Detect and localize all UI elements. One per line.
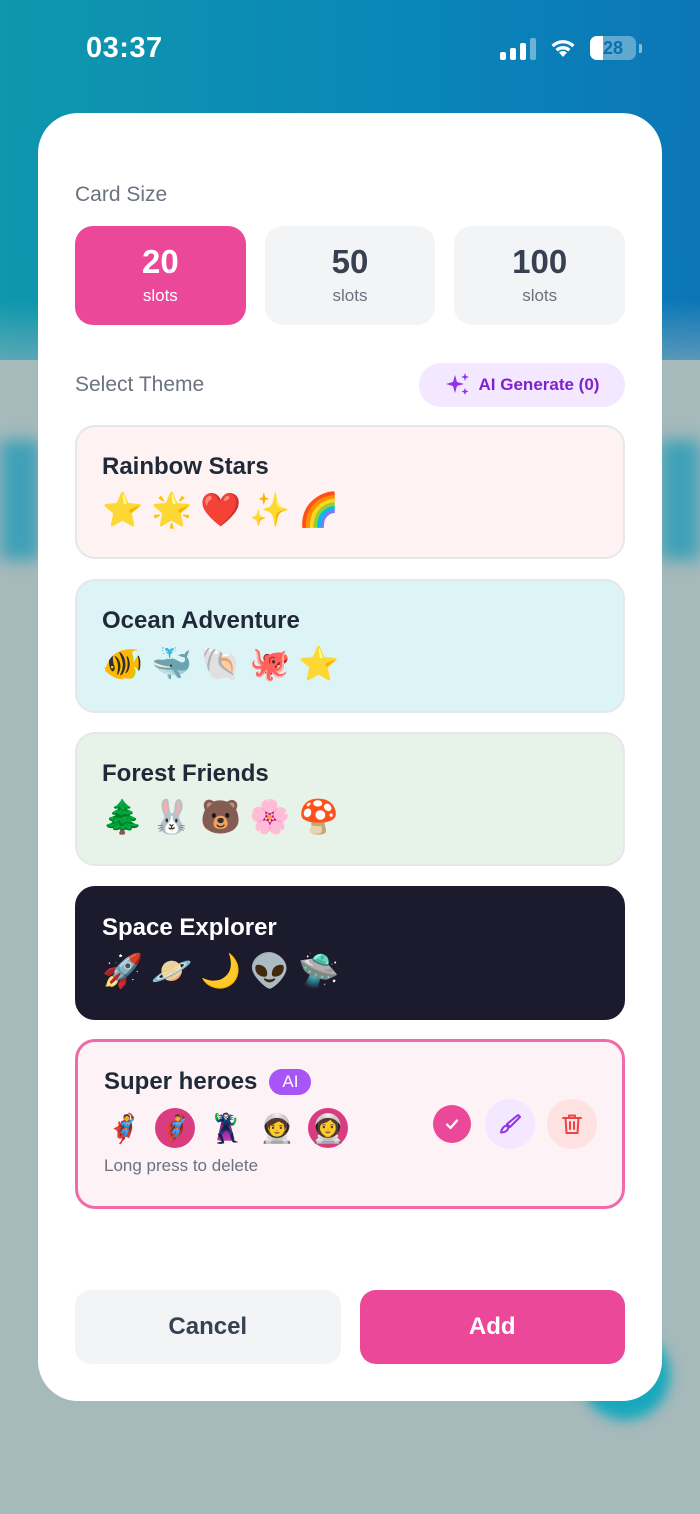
sparkles-icon bbox=[445, 373, 469, 395]
cellular-signal-icon bbox=[500, 36, 536, 60]
paintbrush-icon bbox=[500, 1114, 521, 1134]
theme-emoji-row: 🌲 🐰 🐻 🌸 🍄 bbox=[102, 800, 598, 833]
size-option-value: 50 bbox=[331, 243, 369, 280]
selected-check-icon bbox=[433, 1105, 471, 1143]
long-press-hint: Long press to delete bbox=[104, 1156, 259, 1175]
background-decoration bbox=[660, 440, 700, 560]
theme-emoji: 🌲 bbox=[102, 798, 144, 835]
cancel-button[interactable]: Cancel bbox=[75, 1290, 341, 1364]
theme-title-row: Super heroes AI bbox=[104, 1068, 597, 1096]
size-option-50[interactable]: 50 slots bbox=[264, 226, 436, 325]
hero-avatar: 🦹 bbox=[208, 1112, 244, 1144]
theme-emoji: 🛸 bbox=[298, 952, 340, 989]
ai-badge: AI bbox=[269, 1069, 312, 1095]
hero-avatar: 🦸‍♂️ bbox=[155, 1108, 195, 1148]
battery-icon: 28 bbox=[590, 36, 636, 60]
theme-card-super-heroes[interactable]: Super heroes AI 🦸 🦸‍♂️ 🦹 🧑‍🚀 👩‍🚀 Long pr… bbox=[75, 1039, 625, 1209]
status-bar: 03:37 28 bbox=[0, 0, 700, 100]
theme-emoji: 🚀 bbox=[102, 952, 144, 989]
size-option-unit: slots bbox=[332, 286, 368, 305]
theme-emoji: 🐻 bbox=[200, 798, 242, 835]
add-card-modal: Card Size 20 slots 50 slots 100 slots Se… bbox=[38, 113, 662, 1401]
card-size-label: Card Size bbox=[75, 183, 168, 206]
hero-avatar: 🧑‍🚀 bbox=[259, 1112, 295, 1144]
size-option-value: 20 bbox=[141, 243, 179, 280]
theme-emoji: 🐙 bbox=[249, 645, 291, 682]
theme-emoji: 🌸 bbox=[249, 798, 291, 835]
theme-emoji: 🐰 bbox=[151, 798, 193, 835]
theme-card-rainbow-stars[interactable]: Rainbow Stars ⭐ 🌟 ❤️ ✨ 🌈 bbox=[75, 425, 625, 559]
battery-fill bbox=[590, 36, 603, 60]
theme-title: Space Explorer bbox=[102, 914, 277, 941]
theme-emoji: ⭐ bbox=[102, 491, 144, 528]
theme-emoji: 🌈 bbox=[298, 491, 340, 528]
theme-emoji: 👽 bbox=[249, 952, 291, 989]
delete-theme-button[interactable] bbox=[547, 1099, 597, 1149]
modal-footer: Cancel Add bbox=[75, 1290, 625, 1364]
add-button[interactable]: Add bbox=[359, 1290, 625, 1364]
theme-emoji: 🐠 bbox=[102, 645, 144, 682]
theme-emoji: ⭐ bbox=[298, 645, 340, 682]
ai-generate-label: AI Generate (0) bbox=[478, 375, 600, 394]
theme-emoji: 🪐 bbox=[151, 952, 193, 989]
theme-card-space-explorer[interactable]: Space Explorer 🚀 🪐 🌙 👽 🛸 bbox=[75, 886, 625, 1020]
battery-tip bbox=[639, 43, 642, 53]
theme-emoji: ❤️ bbox=[200, 491, 242, 528]
theme-title: Ocean Adventure bbox=[102, 607, 300, 634]
select-theme-label: Select Theme bbox=[75, 373, 205, 396]
wifi-icon bbox=[551, 40, 575, 57]
size-option-unit: slots bbox=[142, 286, 178, 305]
theme-emoji: 🐳 bbox=[151, 645, 193, 682]
theme-emoji: 🍄 bbox=[298, 798, 340, 835]
hero-avatar: 👩‍🚀 bbox=[308, 1108, 348, 1148]
hero-avatar: 🦸 bbox=[106, 1112, 142, 1144]
theme-emoji: 🐚 bbox=[200, 645, 242, 682]
battery-level: 28 bbox=[602, 37, 624, 58]
theme-title: Rainbow Stars bbox=[102, 453, 269, 480]
theme-emoji-row: 🚀 🪐 🌙 👽 🛸 bbox=[102, 954, 598, 987]
theme-emoji-row: 🐠 🐳 🐚 🐙 ⭐ bbox=[102, 647, 598, 680]
size-option-unit: slots bbox=[522, 286, 558, 305]
trash-icon bbox=[562, 1114, 582, 1134]
theme-actions bbox=[433, 1099, 597, 1149]
background-decoration bbox=[0, 440, 40, 560]
ai-generate-button[interactable]: AI Generate (0) bbox=[419, 363, 625, 407]
theme-card-forest-friends[interactable]: Forest Friends 🌲 🐰 🐻 🌸 🍄 bbox=[75, 732, 625, 866]
theme-emoji: ✨ bbox=[249, 491, 291, 528]
size-option-100[interactable]: 100 slots bbox=[454, 226, 626, 325]
size-option-value: 100 bbox=[512, 243, 568, 280]
edit-theme-button[interactable] bbox=[485, 1099, 535, 1149]
theme-title: Super heroes bbox=[104, 1068, 258, 1095]
status-icons: 28 bbox=[500, 36, 642, 60]
theme-card-ocean-adventure[interactable]: Ocean Adventure 🐠 🐳 🐚 🐙 ⭐ bbox=[75, 579, 625, 713]
theme-emoji: 🌟 bbox=[151, 491, 193, 528]
theme-title: Forest Friends bbox=[102, 760, 269, 787]
size-option-20[interactable]: 20 slots bbox=[75, 226, 246, 325]
status-time: 03:37 bbox=[86, 32, 163, 64]
card-size-options: 20 slots 50 slots 100 slots bbox=[75, 226, 626, 325]
theme-emoji-row: ⭐ 🌟 ❤️ ✨ 🌈 bbox=[102, 493, 598, 526]
theme-emoji: 🌙 bbox=[200, 952, 242, 989]
